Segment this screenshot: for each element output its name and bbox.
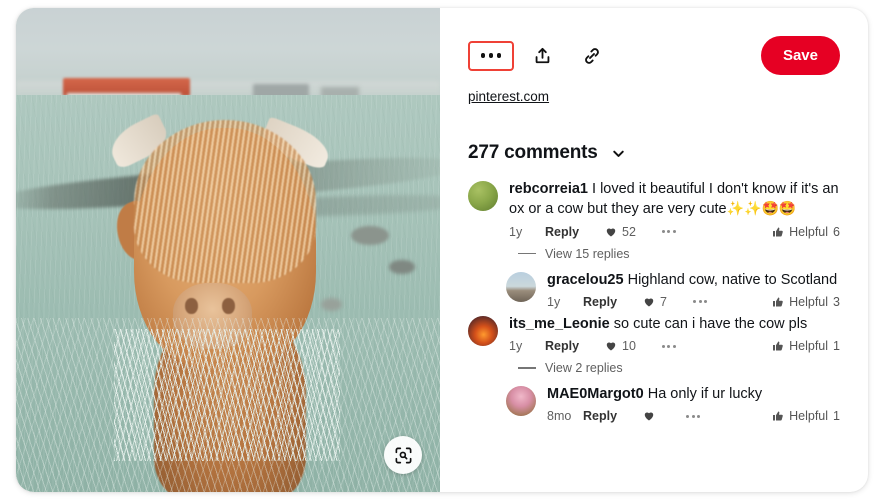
- comment-text: its_me_Leonie so cute can i have the cow…: [509, 315, 840, 334]
- pin-detail-card: Save pinterest.com 277 comments rebcorre…: [16, 8, 868, 492]
- comment-more-button[interactable]: [686, 414, 701, 418]
- helpful-label: Helpful: [789, 294, 829, 309]
- reply-button[interactable]: Reply: [583, 295, 617, 309]
- helpful-count: 6: [833, 224, 840, 239]
- comment-timestamp: 1y: [509, 224, 523, 239]
- comment-message: so cute can i have the cow pls: [609, 315, 808, 332]
- helpful-count: 1: [833, 409, 840, 424]
- comment-more-button[interactable]: [661, 344, 676, 348]
- thumbs-up-icon: [773, 341, 783, 351]
- link-chain-icon: [585, 47, 599, 64]
- avatar[interactable]: [468, 315, 498, 346]
- heart-icon: [606, 228, 616, 237]
- comment-text: rebcorreia1 I loved it beautiful I don't…: [509, 180, 840, 220]
- comment-body: its_me_Leonie so cute can i have the cow…: [509, 315, 840, 353]
- comment-meta-row: 1y Reply 7 Helpful 3: [547, 295, 840, 309]
- helpful-button[interactable]: Helpful 1: [772, 409, 840, 423]
- highland-cow-photo: [16, 8, 440, 492]
- comment-timestamp: 8mo: [547, 409, 572, 424]
- pin-image-pane[interactable]: [16, 8, 440, 492]
- like-button[interactable]: [643, 410, 660, 422]
- like-count: 52: [622, 224, 636, 239]
- like-count: 10: [622, 339, 636, 354]
- comment-body: rebcorreia1 I loved it beautiful I don't…: [509, 180, 840, 239]
- heart-icon: [644, 298, 654, 307]
- share-button[interactable]: [520, 40, 564, 72]
- comment-text: gracelou25 Highland cow, native to Scotl…: [547, 271, 840, 290]
- source-domain-link[interactable]: pinterest.com: [468, 89, 549, 104]
- save-button[interactable]: Save: [760, 36, 840, 75]
- photo-rock: [350, 225, 390, 246]
- comment-body: MAE0Margot0 Ha only if ur lucky 8mo Reply H…: [547, 385, 840, 423]
- reply-button[interactable]: Reply: [583, 409, 617, 423]
- view-replies-button[interactable]: View 15 replies: [518, 247, 840, 261]
- photo-rock: [389, 259, 415, 275]
- like-button[interactable]: 7: [643, 295, 667, 309]
- cow-nostril: [185, 298, 198, 314]
- comment-meta-row: 1y Reply 10 Helpful 1: [509, 339, 840, 353]
- comment-item: rebcorreia1 I loved it beautiful I don't…: [468, 180, 840, 239]
- comment-timestamp: 1y: [509, 339, 523, 354]
- dash-icon: [518, 367, 536, 369]
- reply-button[interactable]: Reply: [545, 225, 579, 239]
- comment-message: Ha only if ur lucky: [643, 386, 763, 403]
- comment-message: Highland cow, native to Scotland: [623, 271, 838, 288]
- helpful-button[interactable]: Helpful 3: [772, 295, 840, 309]
- like-count: 7: [660, 294, 667, 309]
- comment-emoji: ✨✨🤩🤩: [726, 200, 797, 217]
- visual-search-icon: [395, 447, 411, 463]
- comment-body: gracelou25 Highland cow, native to Scotl…: [547, 271, 840, 309]
- chevron-down-icon[interactable]: [610, 145, 627, 162]
- thumbs-up-icon: [773, 411, 783, 421]
- dash-icon: [518, 252, 536, 255]
- like-button[interactable]: 10: [605, 339, 636, 353]
- visual-search-button[interactable]: [384, 436, 422, 474]
- comment-reply-item: gracelou25 Highland cow, native to Scotl…: [506, 271, 840, 309]
- comments-count-label: 277 comments: [468, 142, 598, 163]
- view-replies-button[interactable]: View 2 replies: [518, 361, 840, 375]
- comment-username[interactable]: its_me_Leonie: [509, 316, 610, 332]
- comment-meta-row: 1y Reply 52 Helpful 6: [509, 225, 840, 239]
- helpful-label: Helpful: [789, 224, 829, 239]
- comments-list[interactable]: rebcorreia1 I loved it beautiful I don't…: [440, 180, 868, 492]
- comment-username[interactable]: MAE0Margot0: [547, 386, 644, 402]
- view-replies-label: View 15 replies: [545, 246, 630, 261]
- helpful-count: 1: [833, 339, 840, 354]
- cow-nostril: [222, 298, 235, 314]
- thumbs-up-icon: [773, 227, 783, 237]
- helpful-label: Helpful: [789, 339, 829, 354]
- ellipsis-icon: [480, 53, 502, 58]
- copy-link-button[interactable]: [570, 40, 614, 72]
- comment-text: MAE0Margot0 Ha only if ur lucky: [547, 385, 840, 404]
- pin-detail-pane: Save pinterest.com 277 comments rebcorre…: [440, 8, 868, 492]
- helpful-button[interactable]: Helpful 6: [772, 225, 840, 239]
- avatar[interactable]: [506, 386, 536, 417]
- comments-header[interactable]: 277 comments: [468, 142, 840, 164]
- comment-meta-row: 8mo Reply Helpful 1: [547, 409, 840, 423]
- photo-foreground-grass: [16, 317, 440, 492]
- helpful-button[interactable]: Helpful 1: [772, 339, 840, 353]
- more-options-button[interactable]: [468, 40, 514, 71]
- comment-timestamp: 1y: [547, 294, 561, 309]
- avatar[interactable]: [468, 181, 498, 211]
- heart-icon: [606, 342, 616, 351]
- avatar[interactable]: [506, 271, 536, 302]
- thumbs-up-icon: [773, 297, 783, 307]
- comment-more-button[interactable]: [693, 300, 707, 304]
- helpful-label: Helpful: [789, 409, 829, 424]
- heart-icon: [644, 412, 654, 421]
- cow-fringe: [133, 120, 316, 283]
- comment-username[interactable]: gracelou25: [547, 272, 624, 288]
- view-replies-label: View 2 replies: [545, 361, 623, 376]
- comment-username[interactable]: rebcorreia1: [509, 181, 588, 197]
- reply-button[interactable]: Reply: [545, 339, 579, 353]
- comment-item: its_me_Leonie so cute can i have the cow…: [468, 315, 840, 353]
- comment-reply-item: MAE0Margot0 Ha only if ur lucky 8mo Reply H…: [506, 385, 840, 423]
- helpful-count: 3: [833, 294, 840, 309]
- comment-more-button[interactable]: [661, 230, 676, 234]
- share-upload-icon: [535, 47, 549, 64]
- like-button[interactable]: 52: [605, 225, 636, 239]
- action-bar: Save: [440, 8, 868, 75]
